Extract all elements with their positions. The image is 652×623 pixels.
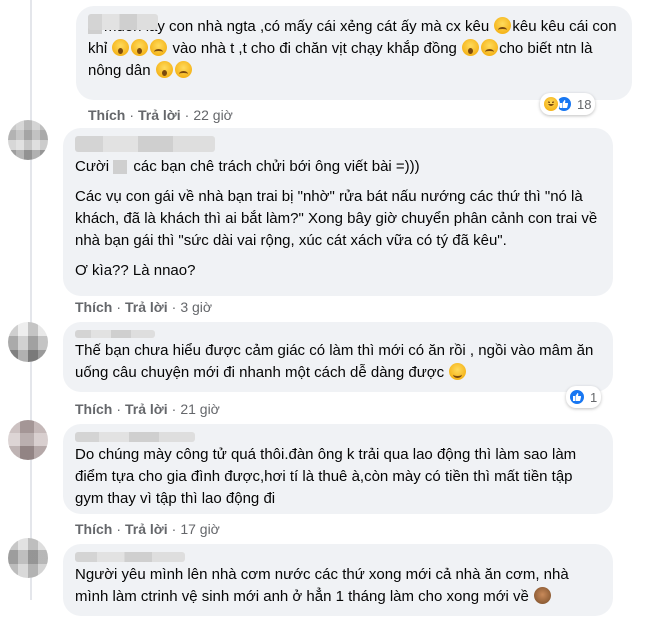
commenter-name-redacted[interactable] <box>75 552 185 562</box>
reaction-count: 1 <box>590 389 598 405</box>
comment-timestamp[interactable]: 21 giờ <box>180 401 220 417</box>
comment-paragraph: Ơ kìa?? Là nnao? <box>75 262 196 279</box>
like-button[interactable]: Thích <box>75 401 112 417</box>
reply-button[interactable]: Trả lời <box>125 299 168 315</box>
comment-actions-4: Thích · Trả lời · 17 giờ <box>75 521 220 537</box>
shocked-emoji-icon <box>462 39 480 56</box>
avatar[interactable] <box>8 538 48 578</box>
reaction-summary[interactable]: 18 <box>540 93 596 115</box>
haha-reaction-icon <box>542 95 560 113</box>
comment-actions-3: Thích · Trả lời · 21 giờ <box>75 401 220 417</box>
comment-paragraph: Các vụ con gái về nhà bạn trai bị "nhờ" … <box>75 188 598 249</box>
separator-dot: · <box>116 299 122 315</box>
comment-bubble-5: Người yêu mình lên nhà cơm nước các thứ … <box>63 544 613 616</box>
comment-text: Do chúng mày công tử quá thôi.đàn ông k … <box>75 446 577 507</box>
thread-line <box>30 0 32 600</box>
avatar[interactable] <box>8 120 48 160</box>
separator-dot: · <box>171 401 177 417</box>
commenter-name-redacted[interactable] <box>88 14 158 30</box>
commenter-name-redacted[interactable] <box>75 432 195 442</box>
comment-bubble-3: Thế bạn chưa hiểu được cảm giác có làm t… <box>63 322 613 392</box>
comment-actions-2: Thích · Trả lời · 3 giờ <box>75 299 212 315</box>
commenter-name-redacted[interactable] <box>75 330 155 338</box>
reply-button[interactable]: Trả lời <box>125 521 168 537</box>
separator-dot: · <box>171 521 177 537</box>
smile-emoji-icon <box>449 363 467 380</box>
comment-timestamp[interactable]: 3 giờ <box>180 299 212 315</box>
like-button[interactable]: Thích <box>75 299 112 315</box>
comment-bubble-2: Cười các bạn chê trách chửi bới ông viết… <box>63 128 613 296</box>
commenter-name-redacted[interactable] <box>75 136 215 152</box>
separator-dot: · <box>184 107 190 123</box>
like-button[interactable]: Thích <box>75 521 112 537</box>
comment-text: Thế bạn chưa hiểu được cảm giác có làm t… <box>75 342 594 381</box>
comment-bubble-1: muốn lấy con nhà ngta ,có mấy cái xẻng c… <box>76 6 632 100</box>
redacted-tag <box>113 160 128 175</box>
comment-text-part: vào nhà t ,t cho đi chăn vịt chạy khắp đ… <box>172 40 457 57</box>
reply-button[interactable]: Trả lời <box>125 401 168 417</box>
comment-timestamp[interactable]: 22 giờ <box>193 107 233 123</box>
separator-dot: · <box>116 401 122 417</box>
separator-dot: · <box>116 521 122 537</box>
separator-dot: · <box>129 107 135 123</box>
avatar[interactable] <box>8 322 48 362</box>
comment-timestamp[interactable]: 17 giờ <box>180 521 220 537</box>
reaction-summary[interactable]: 1 <box>566 386 602 408</box>
shocked-emoji-icon <box>155 61 173 78</box>
avatar[interactable] <box>8 420 48 460</box>
comment-actions-1: Thích · Trả lời · 22 giờ <box>88 107 233 123</box>
comment-paragraph: Cười các bạn chê trách chửi bới ông viết… <box>75 158 420 175</box>
comment-text-part: muốn lấy con nhà ngta ,có mấy cái xẻng c… <box>104 18 490 35</box>
comment-text: Người yêu mình lên nhà cơm nước các thứ … <box>75 566 569 605</box>
sad-emoji-icon <box>150 39 168 56</box>
sad-emoji-icon <box>174 61 192 78</box>
shocked-emoji-icon <box>131 39 149 56</box>
separator-dot: · <box>171 299 177 315</box>
monkey-see-no-evil-icon <box>534 587 552 604</box>
reply-button[interactable]: Trả lời <box>138 107 181 123</box>
sad-emoji-icon <box>494 17 512 34</box>
like-reaction-icon <box>568 388 586 406</box>
shocked-emoji-icon <box>112 39 130 56</box>
comment-bubble-4: Do chúng mày công tử quá thôi.đàn ông k … <box>63 424 613 514</box>
like-button[interactable]: Thích <box>88 107 125 123</box>
reaction-count: 18 <box>577 96 592 112</box>
sad-emoji-icon <box>481 39 499 56</box>
